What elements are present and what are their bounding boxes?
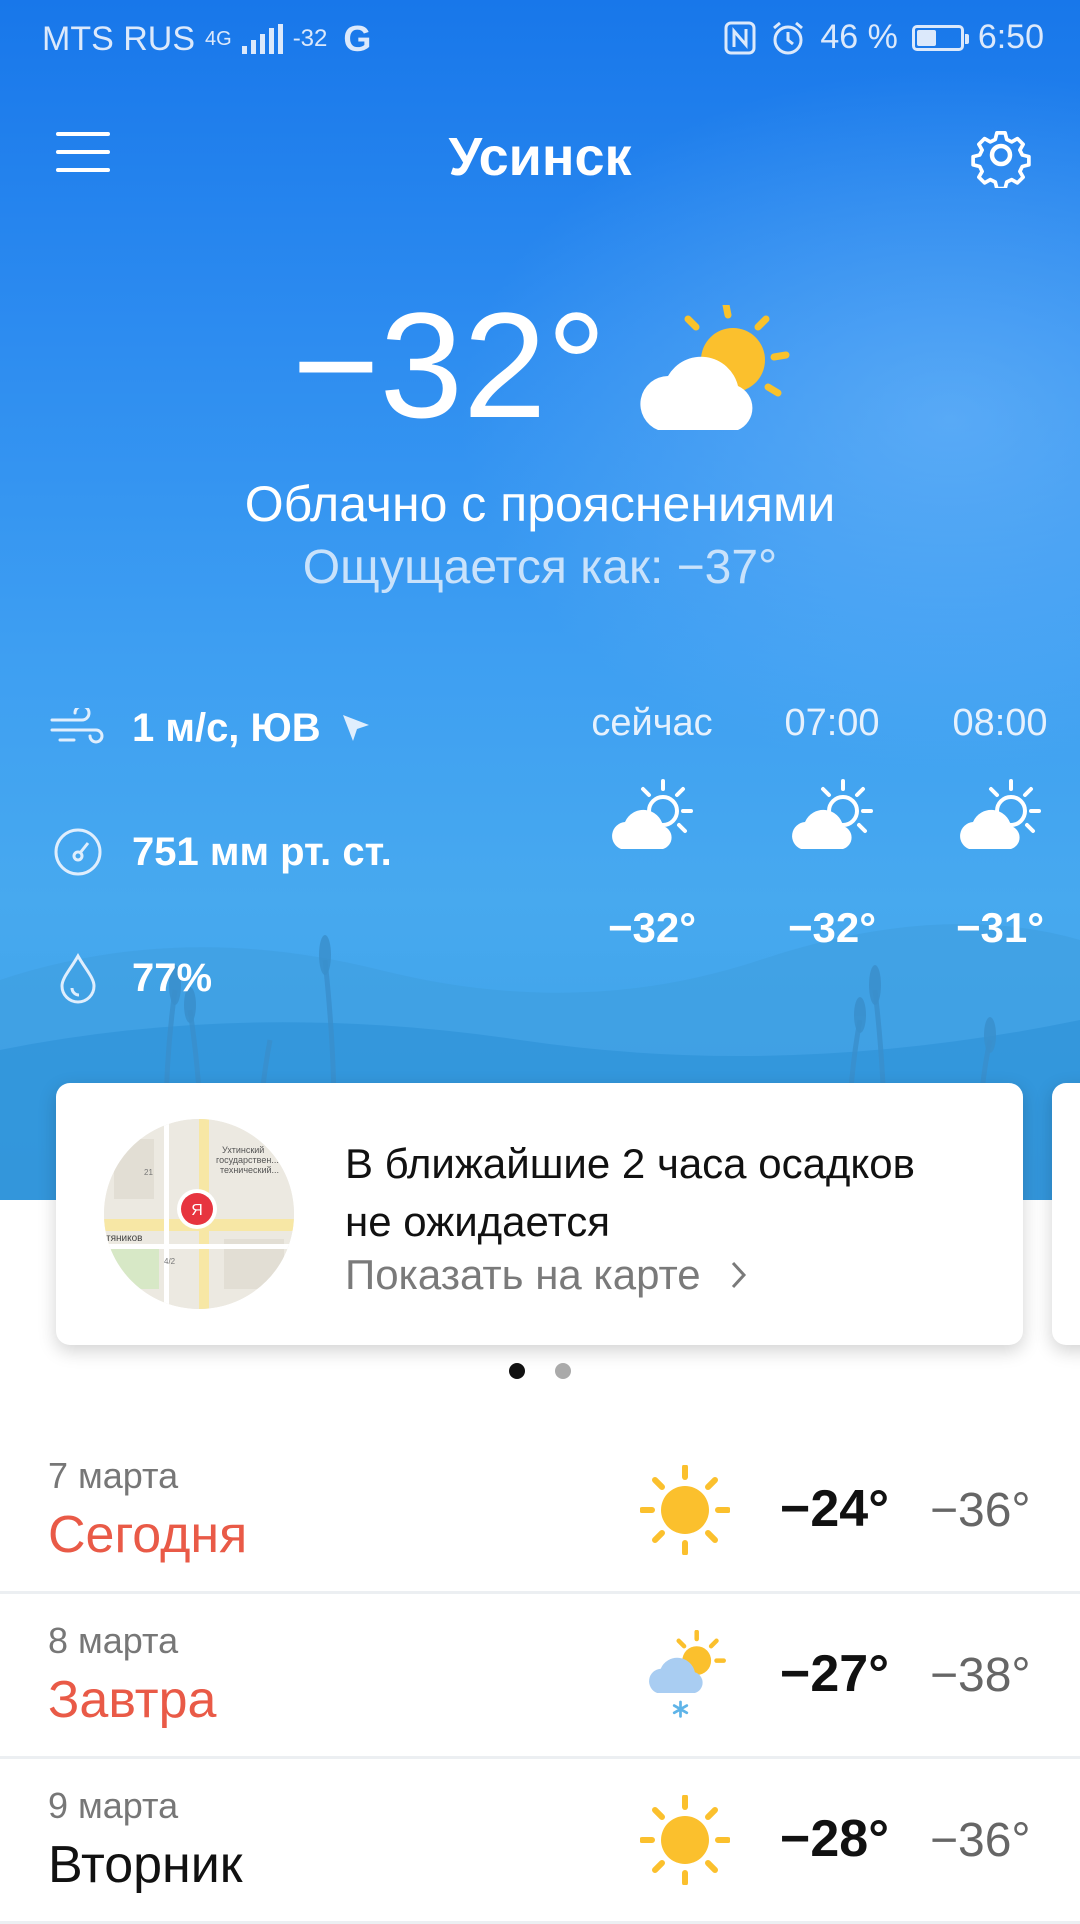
- nowcast-title: В ближайшие 2 часа осадков не ожидается: [345, 1140, 915, 1245]
- pressure-value: 751 мм рт. ст.: [132, 829, 392, 874]
- map-preview: Ухтинский государствен... технический...…: [104, 1119, 294, 1309]
- gear-icon: [971, 131, 1031, 191]
- hourly-item[interactable]: сейчас −32°: [582, 702, 722, 952]
- day-date: 7 марта: [48, 1455, 179, 1496]
- map-label: Ухтинский: [222, 1145, 264, 1155]
- city-title[interactable]: Усинск: [0, 126, 1080, 188]
- battery-icon: [911, 24, 969, 51]
- humidity-row: 77%: [50, 950, 212, 1006]
- humidity-icon: [50, 950, 106, 1006]
- day-name: Вторник: [48, 1836, 243, 1894]
- map-thumbnail[interactable]: Ухтинский государствен... технический...…: [104, 1119, 294, 1309]
- day-low: −36°: [930, 1814, 1031, 1867]
- wind-icon: [50, 700, 106, 756]
- carrier-name: MTS RUS: [42, 19, 195, 58]
- battery-percent: 46 %: [820, 18, 898, 56]
- day-date: 8 марта: [48, 1620, 179, 1661]
- partly-cloudy-icon: [792, 779, 873, 849]
- day-row[interactable]: 9 марта Вторник −28° −36°: [0, 1757, 1080, 1924]
- status-temperature: -32: [292, 25, 328, 52]
- status-bar: MTS RUS 4G -32 G 46 % 6:50: [0, 0, 1080, 76]
- day-low: −36°: [930, 1484, 1031, 1537]
- day-row[interactable]: 7 марта Сегодня −24° −36°: [0, 1427, 1080, 1594]
- day-low: −38°: [930, 1649, 1031, 1702]
- settings-button[interactable]: [968, 122, 1034, 191]
- nowcast-card[interactable]: Ухтинский государствен... технический...…: [56, 1083, 1023, 1345]
- partly-cloudy-icon: [960, 779, 1041, 849]
- feels-like-text: Ощущается как: −37°: [302, 541, 778, 594]
- hourly-item[interactable]: 07:00 −32°: [762, 702, 902, 952]
- chevron-right-icon: [732, 1261, 747, 1289]
- clock: 6:50: [977, 18, 1044, 56]
- hour-label: сейчас: [591, 702, 713, 744]
- hour-temperature: −32°: [787, 904, 877, 951]
- hourly-item[interactable]: 08:00 −31°: [930, 702, 1070, 952]
- humidity-value: 77%: [132, 955, 213, 1000]
- wind-row: 1 м/с, ЮВ: [50, 700, 373, 756]
- map-street-label: тяников: [106, 1233, 142, 1244]
- day-high: −27°: [780, 1645, 890, 1703]
- hour-label: 07:00: [784, 702, 880, 744]
- alarm-icon: [773, 21, 804, 54]
- hour-label: 08:00: [952, 702, 1048, 744]
- nfc-icon: [724, 21, 756, 54]
- wind-direction-icon: [342, 715, 369, 741]
- app-bar: Усинск: [0, 100, 1080, 210]
- day-name: Сегодня: [48, 1506, 248, 1564]
- show-on-map-link[interactable]: Показать на карте: [345, 1251, 750, 1299]
- hour-temperature: −31°: [955, 904, 1045, 951]
- cloud-sun-snow-icon: [649, 1630, 726, 1718]
- map-number: 21: [144, 1168, 153, 1177]
- google-g-icon: G: [343, 18, 372, 59]
- day-row[interactable]: 8 марта Завтра −27° −38°: [0, 1592, 1080, 1759]
- map-label: государствен...: [216, 1155, 279, 1165]
- current-temperature: −32°: [292, 281, 607, 449]
- pressure-icon: [50, 824, 106, 880]
- partly-cloudy-icon: [640, 305, 790, 430]
- weather-hero: MTS RUS 4G -32 G 46 % 6:50 Усинск −32° О…: [0, 0, 1080, 1200]
- map-pin-icon: Я: [191, 1202, 203, 1219]
- page-dot-active[interactable]: [509, 1363, 525, 1379]
- day-high: −28°: [780, 1810, 890, 1868]
- pressure-row: 751 мм рт. ст.: [50, 824, 392, 880]
- partly-cloudy-icon: [612, 779, 693, 849]
- sun-icon: [640, 1795, 730, 1885]
- signal-icon: [241, 24, 283, 54]
- day-date: 9 марта: [48, 1785, 179, 1826]
- map-label: технический...: [220, 1165, 279, 1175]
- map-number: 4/2: [164, 1257, 176, 1266]
- next-card-peek[interactable]: [1052, 1083, 1080, 1345]
- wind-value: 1 м/с, ЮВ: [132, 705, 321, 750]
- day-name: Завтра: [48, 1671, 217, 1729]
- show-on-map-label: Показать на карте: [345, 1251, 701, 1298]
- page-dot[interactable]: [555, 1363, 571, 1379]
- day-high: −24°: [780, 1480, 890, 1538]
- hour-temperature: −32°: [607, 904, 697, 951]
- condition-text: Облачно с прояснениями: [244, 476, 836, 532]
- carousel-pagination: [0, 1363, 1080, 1379]
- sun-icon: [640, 1465, 730, 1555]
- network-type: 4G: [205, 28, 232, 50]
